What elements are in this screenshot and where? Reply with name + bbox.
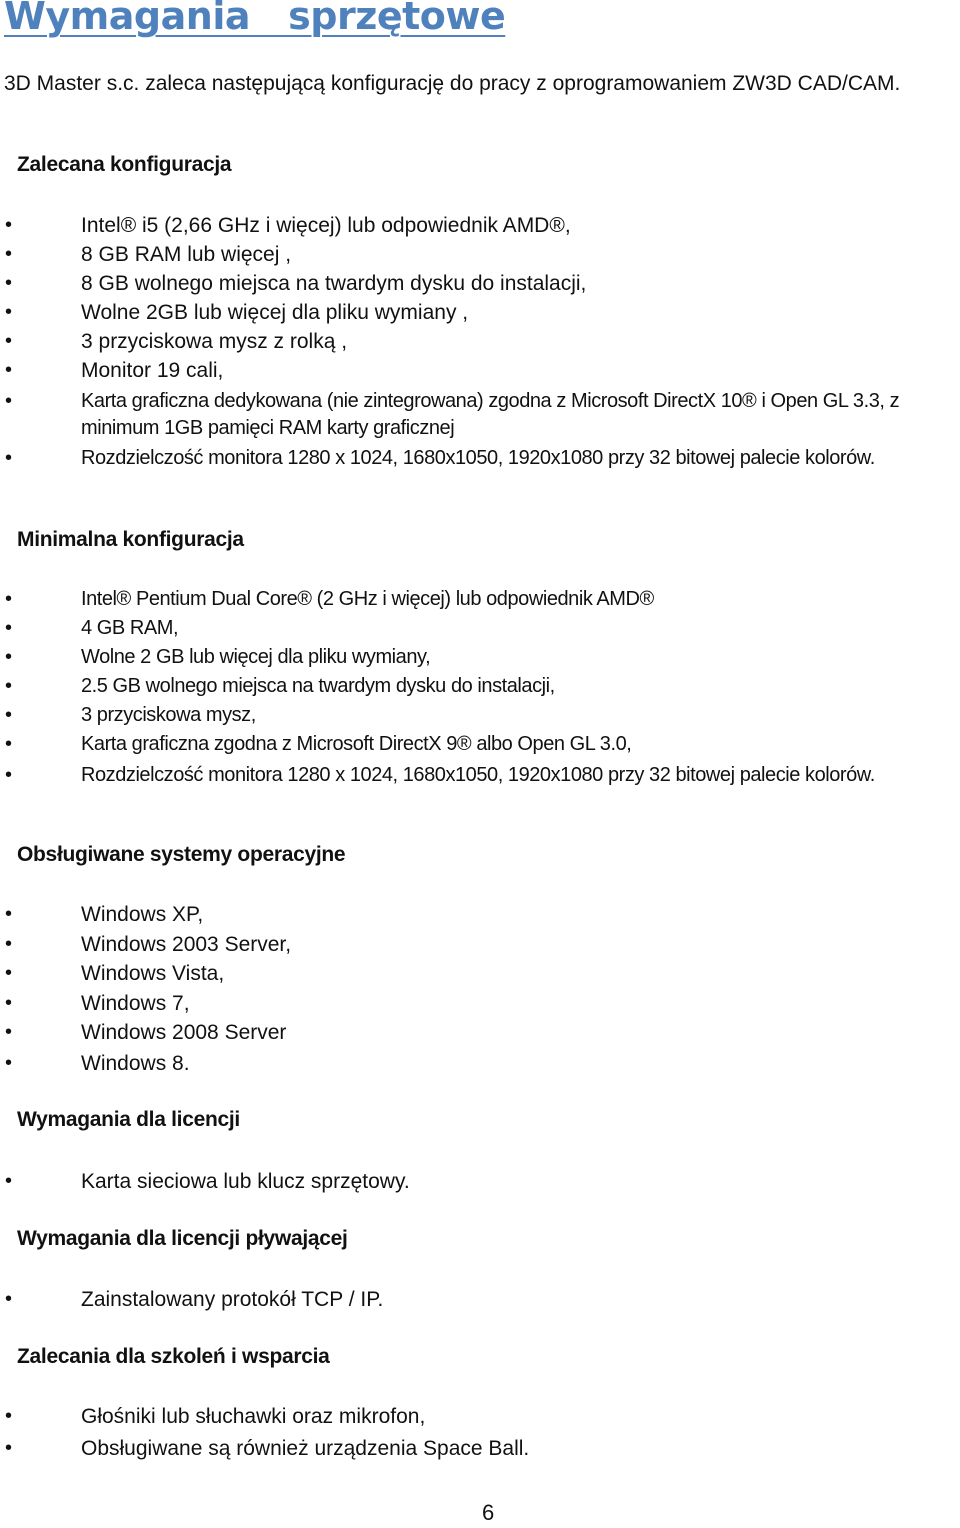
bullet-icon: • bbox=[5, 1170, 13, 1192]
list-item: • Intel® Pentium Dual Core® (2 GHz i więc… bbox=[5, 588, 654, 610]
section-heading-recommended: Zalecana konfiguracja bbox=[17, 153, 232, 176]
bullet-icon: • bbox=[5, 301, 13, 323]
list-item: • Karta graficzna dedykowana (nie zintegr… bbox=[5, 390, 900, 439]
license-list: • Karta sieciowa lub klucz sprzętowy. bbox=[0, 1170, 960, 1194]
bullet-icon: • bbox=[5, 991, 13, 1014]
recommended-config-list: • Intel® i5 (2,66 GHz i więcej) lub odpow… bbox=[0, 214, 960, 472]
bullet-icon: • bbox=[5, 588, 12, 610]
os-list: • Windows XP, • Windows 2003 Server, • Wind… bbox=[0, 903, 960, 1082]
minimal-config-list: • Intel® Pentium Dual Core® (2 GHz i więc… bbox=[0, 588, 960, 789]
bullet-icon: • bbox=[5, 1405, 13, 1427]
training-list: • Głośniki lub słuchawki oraz mikrofon, •… bbox=[0, 1405, 960, 1461]
bullet-icon: • bbox=[5, 675, 12, 697]
section-heading-minimal: Minimalna konfiguracja bbox=[17, 528, 244, 551]
bullet-icon: • bbox=[5, 617, 12, 639]
bullet-icon: • bbox=[5, 390, 12, 412]
list-item: • Windows 2008 Server bbox=[5, 1021, 287, 1045]
list-item: • Intel® i5 (2,66 GHz i więcej) lub odpow… bbox=[5, 214, 571, 237]
bullet-icon: • bbox=[5, 704, 12, 726]
bullet-icon: • bbox=[5, 359, 13, 381]
bullet-icon: • bbox=[5, 447, 12, 469]
page-number: 6 bbox=[482, 1500, 495, 1525]
bullet-icon: • bbox=[5, 903, 13, 925]
bullet-icon: • bbox=[5, 1051, 13, 1074]
list-item: • 3 przyciskowa mysz, bbox=[5, 704, 256, 726]
list-item: • Wolne 2GB lub więcej dla pliku wymiany … bbox=[5, 301, 469, 324]
bullet-icon: • bbox=[5, 214, 13, 236]
list-item: • Windows 7, bbox=[5, 991, 190, 1015]
bullet-icon: • bbox=[5, 272, 13, 294]
list-item: • Monitor 19 cali, bbox=[5, 359, 224, 382]
list-item: • Windows 8. bbox=[5, 1051, 190, 1075]
bullet-icon: • bbox=[5, 764, 12, 786]
section-heading-os: Obsługiwane systemy operacyjne bbox=[17, 843, 346, 866]
bullet-icon: • bbox=[5, 1288, 13, 1310]
list-item: • Głośniki lub słuchawki oraz mikrofon, bbox=[5, 1405, 426, 1428]
list-item: • Windows 2003 Server, bbox=[5, 932, 292, 956]
bullet-icon: • bbox=[5, 962, 13, 985]
bullet-icon: • bbox=[5, 932, 13, 955]
list-item: • Karta sieciowa lub klucz sprzętowy. bbox=[5, 1170, 410, 1193]
list-item: • Karta graficzna zgodna z Microsoft Dire… bbox=[5, 733, 632, 755]
list-item: • Windows XP, bbox=[5, 903, 204, 926]
list-item: • 3 przyciskowa mysz z rolką , bbox=[5, 330, 348, 353]
intro-paragraph: 3D Master s.c. zaleca następującą konfig… bbox=[4, 72, 901, 95]
bullet-icon: • bbox=[5, 1437, 13, 1459]
bullet-icon: • bbox=[5, 733, 12, 755]
section-heading-license: Wymagania dla licencji bbox=[17, 1108, 240, 1131]
section-heading-training: Zalecania dla szkoleń i wsparcia bbox=[17, 1345, 330, 1368]
list-item: • Windows Vista, bbox=[5, 962, 225, 986]
bullet-icon: • bbox=[5, 243, 13, 265]
list-item: • 4 GB RAM, bbox=[5, 617, 179, 639]
section-heading-floating-license: Wymagania dla licencji pływającej bbox=[17, 1227, 348, 1250]
bullet-icon: • bbox=[5, 646, 12, 668]
list-item: • 8 GB RAM lub więcej , bbox=[5, 243, 292, 266]
bullet-icon: • bbox=[5, 1021, 13, 1044]
list-item: • Zainstalowany protokół TCP / IP. bbox=[5, 1288, 384, 1311]
list-item: • Wolne 2 GB lub więcej dla pliku wymiany… bbox=[5, 646, 431, 668]
bullet-icon: • bbox=[5, 330, 13, 352]
page-title: Wymagania sprzętowe bbox=[4, 0, 506, 38]
floating-license-list: • Zainstalowany protokół TCP / IP. bbox=[0, 1288, 960, 1312]
list-item: • 2.5 GB wolnego miejsca na twardym dysku… bbox=[5, 675, 555, 697]
list-item: • Rozdzielczość monitora 1280 x 1024, 168… bbox=[0, 445, 956, 472]
list-item: • 8 GB wolnego miejsca na twardym dysku d… bbox=[5, 272, 587, 295]
list-item: • Obsługiwane są również urządzenia Space… bbox=[5, 1437, 530, 1460]
list-item: • Rozdzielczość monitora 1280 x 1024, 168… bbox=[0, 762, 956, 789]
